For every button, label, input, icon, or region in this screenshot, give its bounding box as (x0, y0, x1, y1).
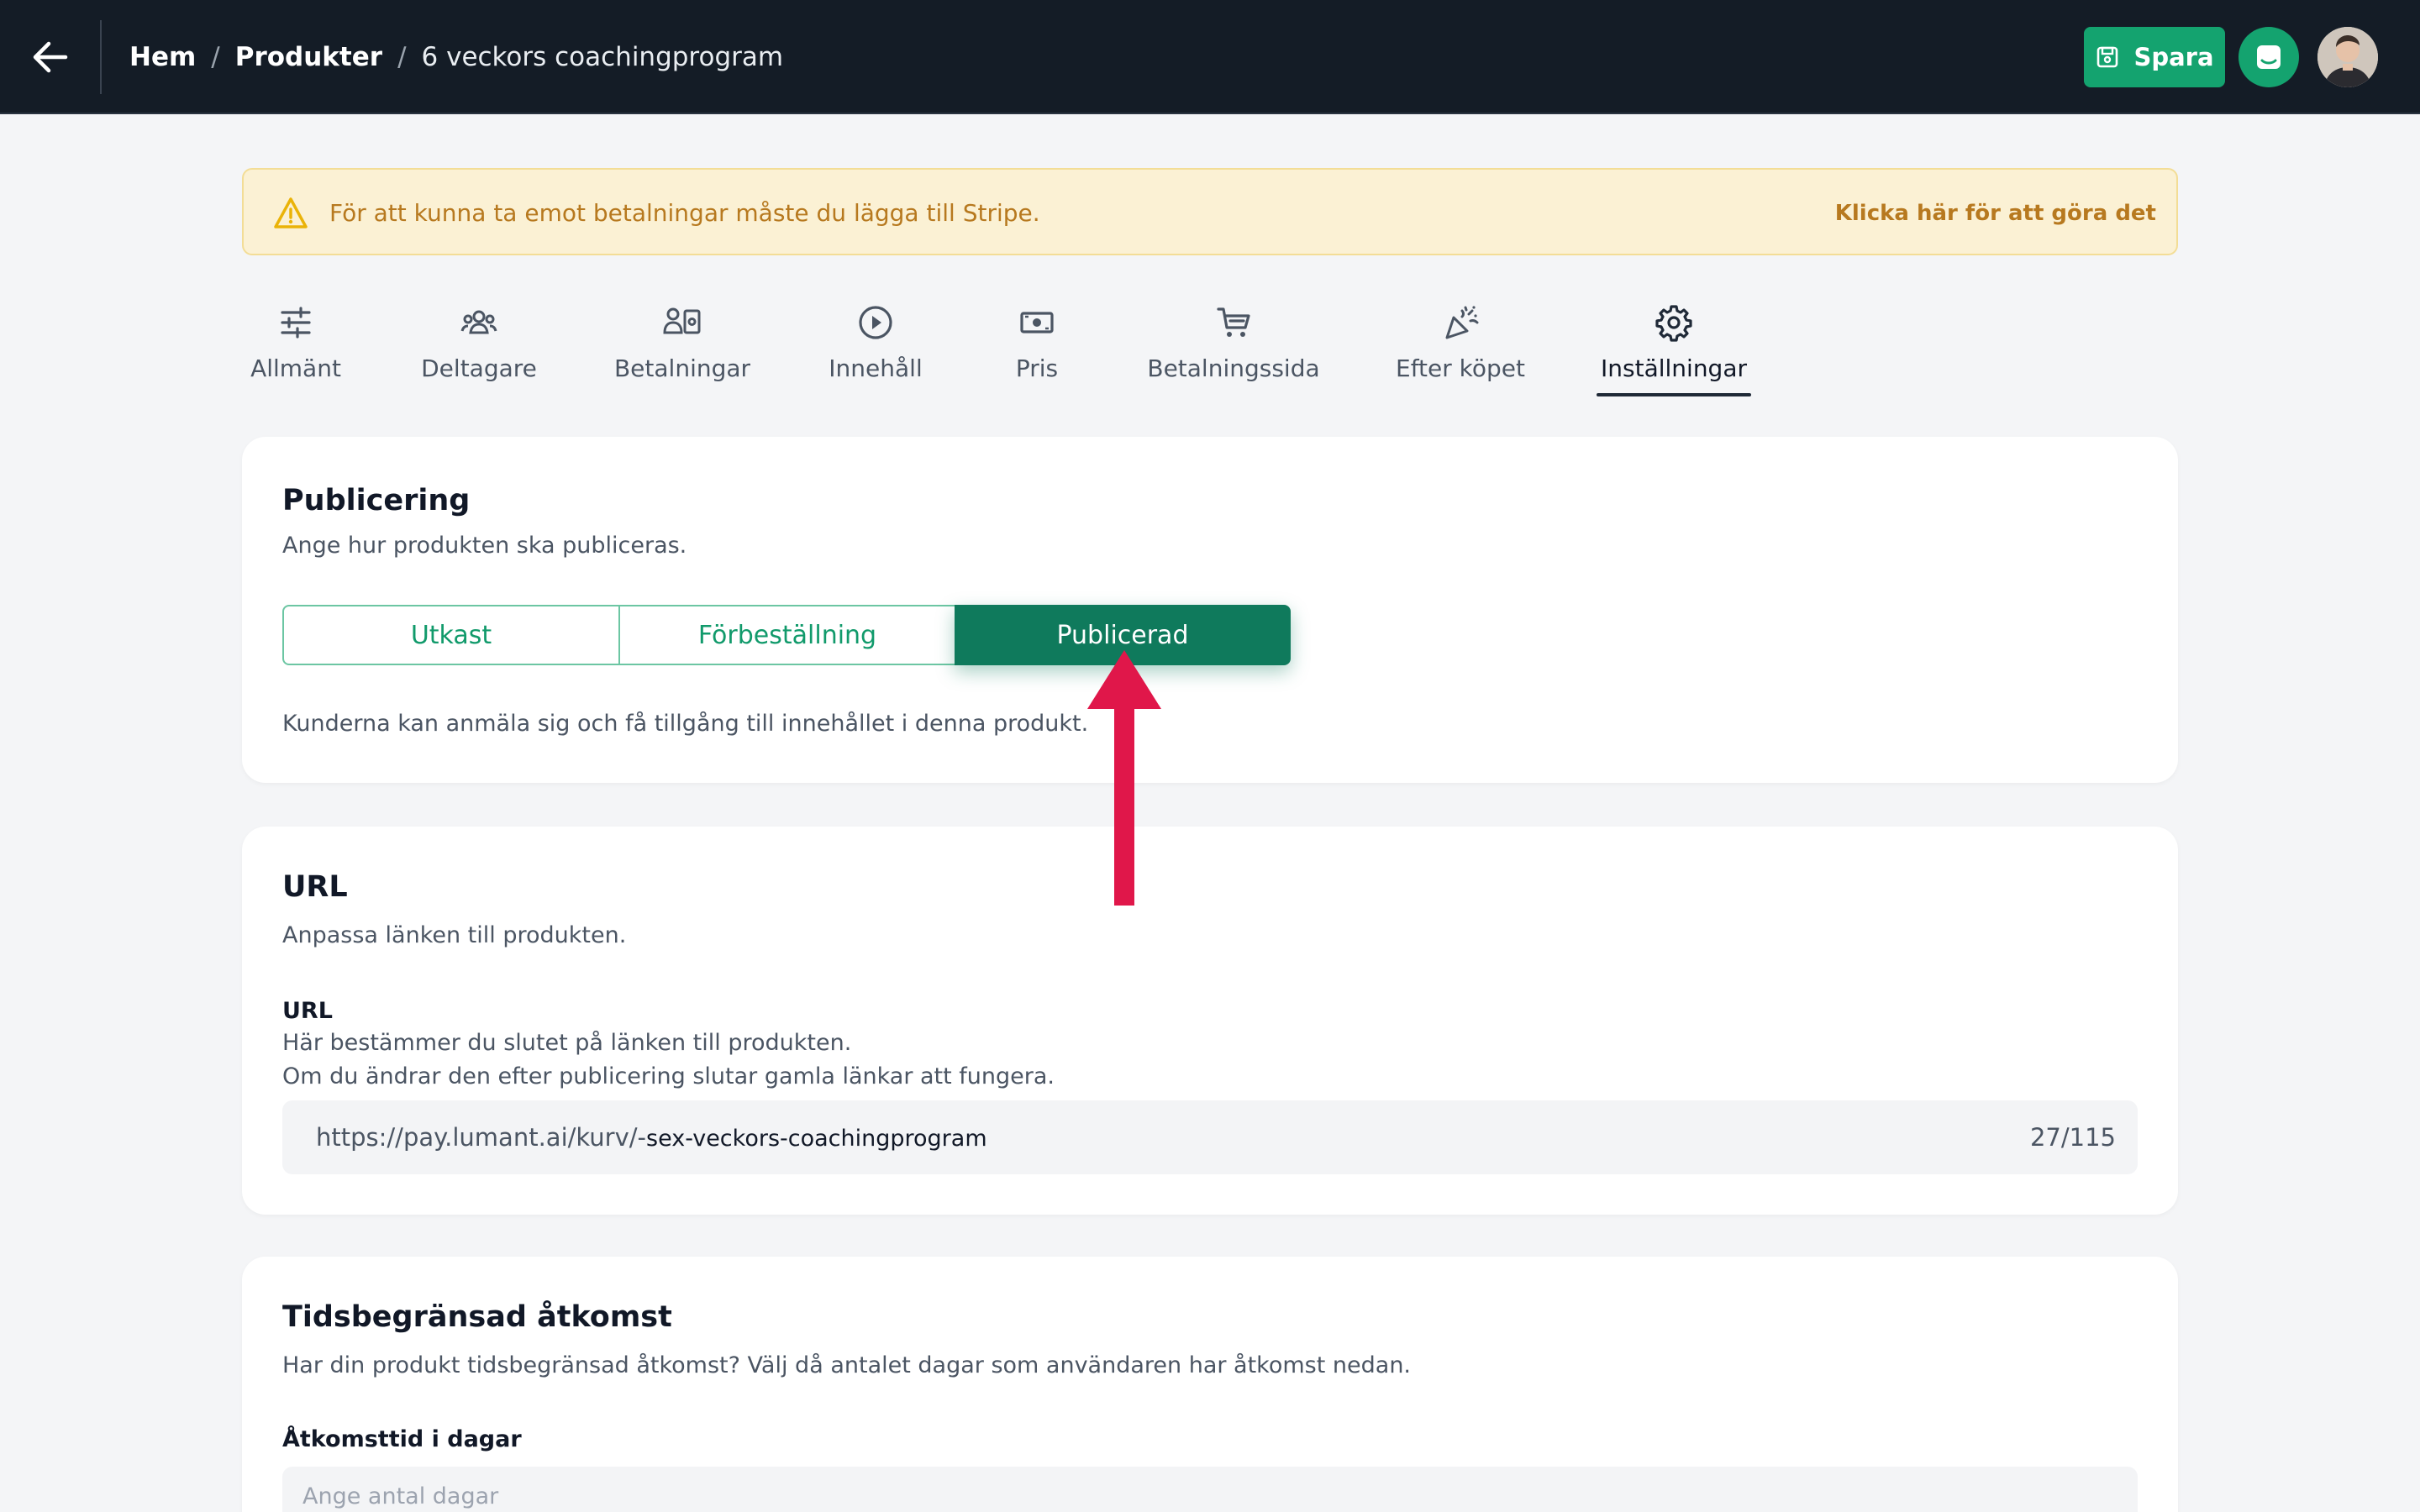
access-title: Tidsbegränsad åtkomst (282, 1300, 672, 1334)
url-character-counter: 27/115 (2029, 1123, 2116, 1152)
annotation-arrow-icon (1084, 648, 1165, 907)
breadcrumb-current: 6 veckors coachingprogram (421, 42, 784, 72)
access-days-placeholder: Ange antal dagar (302, 1483, 499, 1509)
access-description: Har din produkt tidsbegränsad åtkomst? V… (282, 1352, 1412, 1378)
tab-innehall[interactable]: Innehåll (829, 296, 923, 396)
tab-label: Allmänt (250, 354, 341, 382)
topbar-divider (100, 20, 102, 94)
chat-icon (2257, 45, 2281, 69)
avatar[interactable] (2317, 27, 2378, 87)
status-option-draft[interactable]: Utkast (282, 605, 620, 665)
tab-deltagare[interactable]: Deltagare (421, 296, 537, 396)
tab-label: Efter köpet (1396, 354, 1525, 382)
sliders-icon (281, 307, 311, 339)
back-arrow-icon[interactable] (30, 37, 71, 77)
breadcrumb-separator: / (211, 42, 220, 72)
banner-link[interactable]: Klicka här för att göra det (1835, 195, 2156, 232)
url-value: https://pay.lumant.ai/kurv/-sex-veckors-… (316, 1100, 987, 1176)
url-field-label: URL (282, 998, 333, 1024)
save-icon (2097, 46, 2118, 68)
party-popper-icon (1445, 306, 1479, 339)
url-prefix: https://pay.lumant.ai/kurv/- (316, 1123, 647, 1152)
publishing-description: Ange hur produkten ska publiceras. (282, 533, 687, 559)
status-option-preorder[interactable]: Förbeställning (618, 605, 956, 665)
cart-icon (1217, 307, 1250, 337)
access-days-input[interactable]: Ange antal dagar (282, 1467, 2138, 1512)
url-slug: sex-veckors-coachingprogram (646, 1126, 987, 1152)
breadcrumb: Hem / Produkter / 6 veckors coachingprog… (129, 37, 783, 77)
active-tab-indicator (1597, 393, 1751, 396)
warning-icon (272, 195, 309, 232)
tab-betalningssida[interactable]: Betalningssida (1147, 296, 1320, 396)
tab-allmant[interactable]: Allmänt (249, 296, 343, 396)
url-card: URL Anpassa länken till produkten. URL H… (242, 827, 2178, 1215)
tab-label: Pris (1015, 354, 1059, 382)
cash-icon (1020, 312, 1054, 333)
tab-label: Deltagare (421, 354, 537, 382)
gear-icon (1655, 305, 1692, 342)
url-title: URL (282, 870, 348, 904)
url-help-line-1: Här bestämmer du slutet på länken till p… (282, 1030, 852, 1056)
breadcrumb-separator: / (397, 42, 407, 72)
save-button[interactable]: Spara (2084, 27, 2225, 87)
tab-label: Innehåll (829, 354, 923, 382)
access-field-label: Åtkomsttid i dagar (282, 1426, 522, 1452)
breadcrumb-home[interactable]: Hem (129, 42, 196, 72)
tab-installningar[interactable]: Inställningar (1601, 296, 1748, 396)
top-bar: Hem / Produkter / 6 veckors coachingprog… (0, 0, 2420, 114)
url-input[interactable]: https://pay.lumant.ai/kurv/-sex-veckors-… (282, 1100, 2138, 1174)
chat-button[interactable] (2238, 27, 2299, 87)
access-card: Tidsbegränsad åtkomst Har din produkt ti… (242, 1257, 2178, 1512)
publishing-title: Publicering (282, 484, 471, 517)
url-description: Anpassa länken till produkten. (282, 922, 627, 948)
payments-icon (663, 307, 701, 334)
stripe-warning-banner: För att kunna ta emot betalningar måste … (242, 168, 2178, 255)
tab-label: Inställningar (1601, 354, 1748, 382)
url-help-line-2: Om du ändrar den efter publicering sluta… (282, 1063, 1055, 1089)
tab-pris[interactable]: Pris (1012, 296, 1062, 396)
tab-efter-kopet[interactable]: Efter köpet (1396, 296, 1525, 396)
tab-label: Betalningar (613, 354, 751, 382)
play-circle-icon (859, 306, 892, 339)
publishing-card: Publicering Ange hur produkten ska publi… (242, 437, 2178, 783)
tab-label: Betalningssida (1147, 354, 1320, 382)
tab-betalningar[interactable]: Betalningar (614, 296, 750, 396)
publishing-status-text: Kunderna kan anmäla sig och få tillgång … (282, 711, 1089, 737)
banner-message: För att kunna ta emot betalningar måste … (329, 199, 1040, 227)
save-button-label: Spara (2133, 43, 2214, 71)
users-icon (460, 310, 497, 334)
breadcrumb-products[interactable]: Produkter (235, 42, 382, 72)
